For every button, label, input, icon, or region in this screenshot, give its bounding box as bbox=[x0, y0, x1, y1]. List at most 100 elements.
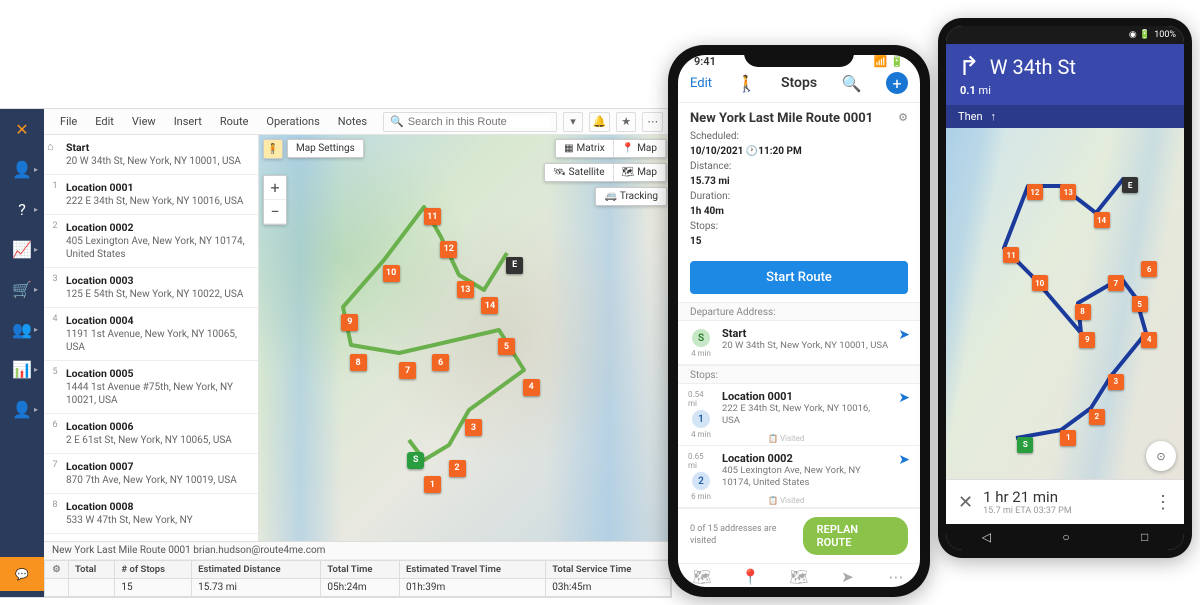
gear-icon[interactable]: ⚙ bbox=[45, 561, 69, 579]
map-marker[interactable]: 9 bbox=[341, 314, 358, 331]
zoom-out-button[interactable]: − bbox=[264, 200, 286, 224]
navigate-icon[interactable]: ➤ bbox=[898, 452, 910, 501]
map-marker[interactable]: 11 bbox=[424, 208, 441, 225]
map-marker[interactable]: 13 bbox=[457, 281, 474, 298]
stop-item[interactable]: 7 Location 0007870 7th Ave, New York, NY… bbox=[44, 454, 258, 494]
menu-view[interactable]: View bbox=[124, 112, 164, 131]
map-marker[interactable]: 6 bbox=[432, 354, 449, 371]
map-settings-button[interactable]: Map Settings bbox=[287, 139, 364, 158]
nav-marker[interactable]: S bbox=[1017, 437, 1033, 453]
menu-notes[interactable]: Notes bbox=[330, 112, 375, 131]
map-marker[interactable]: 12 bbox=[440, 241, 457, 258]
map-marker[interactable]: E bbox=[506, 257, 523, 274]
home-button[interactable]: ○ bbox=[1062, 530, 1069, 544]
stop-item[interactable]: 3 Location 0003125 E 54th St, New York, … bbox=[44, 268, 258, 308]
back-button[interactable]: ◁ bbox=[982, 530, 991, 544]
cart-icon[interactable]: 🛒▸ bbox=[8, 275, 36, 303]
nav-marker[interactable]: 2 bbox=[1089, 409, 1105, 425]
search-input[interactable] bbox=[408, 116, 550, 128]
nav-marker[interactable]: 1 bbox=[1060, 430, 1076, 446]
start-route-button[interactable]: Start Route bbox=[690, 261, 908, 294]
map-marker[interactable]: 1 bbox=[424, 476, 441, 493]
close-icon[interactable]: ✕ bbox=[958, 492, 973, 513]
menu-file[interactable]: File bbox=[52, 112, 85, 131]
navigation-map[interactable]: S1234567891011121314E ⊙ bbox=[946, 128, 1184, 479]
map-marker[interactable]: 2 bbox=[449, 460, 466, 477]
tab-routes[interactable]: 🗺Routes bbox=[678, 568, 726, 587]
chat-icon[interactable]: 💬 bbox=[0, 557, 44, 591]
map-marker[interactable]: 3 bbox=[465, 419, 482, 436]
map[interactable]: 🧍 Map Settings +− ▦ Matrix 📍 Map 🛰 Satel… bbox=[259, 135, 671, 541]
menu-insert[interactable]: Insert bbox=[166, 112, 210, 131]
map-marker[interactable]: S bbox=[407, 452, 424, 469]
then-bar[interactable]: Then ↑ bbox=[946, 105, 1184, 128]
recent-button[interactable]: □ bbox=[1141, 530, 1148, 544]
matrix-button[interactable]: ▦ Matrix bbox=[556, 140, 614, 157]
add-user-icon[interactable]: 👤▸ bbox=[8, 155, 36, 183]
replan-button[interactable]: REPLAN ROUTE bbox=[803, 517, 908, 555]
reports-icon[interactable]: 📊▸ bbox=[8, 355, 36, 383]
nav-marker[interactable]: 9 bbox=[1079, 332, 1095, 348]
stop-item[interactable]: ⌂ Start20 W 34th St, New York, NY 10001,… bbox=[44, 135, 258, 175]
satellite-button[interactable]: 🛰 Satellite bbox=[545, 164, 614, 181]
nav-marker[interactable]: 12 bbox=[1027, 184, 1043, 200]
nav-marker[interactable]: E bbox=[1122, 177, 1138, 193]
stops-list[interactable]: ⌂ Start20 W 34th St, New York, NY 10001,… bbox=[44, 135, 259, 541]
menu-route[interactable]: Route bbox=[212, 112, 257, 131]
stop-item[interactable]: 0.54 mi14 min Location 0001222 E 34th St… bbox=[678, 384, 920, 446]
menu-operations[interactable]: Operations bbox=[258, 112, 327, 131]
search-box[interactable]: 🔍 bbox=[383, 112, 557, 132]
tab-navigation[interactable]: ➤Navigation bbox=[823, 568, 871, 587]
map-marker[interactable]: 4 bbox=[523, 379, 540, 396]
stop-item[interactable]: 8 Location 0008533 W 47th St, New York, … bbox=[44, 494, 258, 534]
map-marker[interactable]: 10 bbox=[383, 265, 400, 282]
tab-stops[interactable]: 📍Stops bbox=[726, 568, 774, 587]
nav-marker[interactable]: 5 bbox=[1132, 296, 1148, 312]
stop-item[interactable]: S4 min Start20 W 34th St, New York, NY 1… bbox=[678, 321, 920, 365]
nav-marker[interactable]: 4 bbox=[1141, 332, 1157, 348]
tracking-button[interactable]: 🚐 Tracking bbox=[595, 187, 667, 206]
zoom-in-button[interactable]: + bbox=[264, 176, 286, 200]
zoom-control[interactable]: +− bbox=[263, 175, 287, 225]
analytics-icon[interactable]: 📈▸ bbox=[8, 235, 36, 263]
navigate-icon[interactable]: ➤ bbox=[898, 390, 910, 439]
tab-more[interactable]: ⋯More bbox=[872, 568, 920, 587]
nav-marker[interactable]: 7 bbox=[1108, 275, 1124, 291]
nav-marker[interactable]: 3 bbox=[1108, 374, 1124, 390]
stop-item[interactable]: 6 Location 00062 E 61st St, New York, NY… bbox=[44, 414, 258, 454]
dropdown-button[interactable]: ▾ bbox=[563, 112, 584, 132]
stop-item[interactable]: 5 Location 00051444 1st Avenue #75th, Ne… bbox=[44, 361, 258, 414]
tab-map[interactable]: 🗺Map bbox=[775, 568, 823, 587]
menu-edit[interactable]: Edit bbox=[87, 112, 122, 131]
stop-item[interactable]: 1 Location 0001222 E 34th St, New York, … bbox=[44, 175, 258, 215]
team-icon[interactable]: 👥▸ bbox=[8, 315, 36, 343]
help-icon[interactable]: ?▸ bbox=[8, 195, 36, 223]
pegman-icon[interactable]: 🧍 bbox=[263, 139, 283, 159]
map-layer-button[interactable]: 🗺 Map bbox=[614, 164, 667, 181]
edit-button[interactable]: Edit bbox=[690, 76, 712, 91]
bell-icon[interactable]: 🔔 bbox=[589, 112, 610, 132]
add-button[interactable]: + bbox=[886, 72, 908, 94]
stop-item[interactable]: 4 Location 00041191 1st Avenue, New York… bbox=[44, 308, 258, 361]
search-icon[interactable]: 🔍 bbox=[842, 74, 862, 93]
map-layer-toggle[interactable]: 🛰 Satellite 🗺 Map bbox=[544, 163, 667, 182]
nav-marker[interactable]: 11 bbox=[1003, 247, 1019, 263]
map-marker[interactable]: 8 bbox=[350, 354, 367, 371]
nav-marker[interactable]: 13 bbox=[1060, 184, 1076, 200]
more-button[interactable]: ⋯ bbox=[642, 112, 663, 132]
recenter-button[interactable]: ⊙ bbox=[1146, 441, 1176, 471]
navigate-icon[interactable]: ➤ bbox=[898, 327, 910, 358]
map-marker[interactable]: 7 bbox=[399, 362, 416, 379]
stop-item[interactable]: 0.65 mi26 min Location 0002405 Lexington… bbox=[678, 446, 920, 508]
stop-item[interactable]: 2 Location 0002405 Lexington Ave, New Yo… bbox=[44, 215, 258, 268]
gear-icon[interactable]: ⚙ bbox=[898, 111, 908, 124]
routes-icon[interactable]: ✕ bbox=[8, 115, 36, 143]
user-settings-icon[interactable]: 👤▸ bbox=[8, 395, 36, 423]
nav-marker[interactable]: 10 bbox=[1032, 275, 1048, 291]
nav-marker[interactable]: 8 bbox=[1075, 304, 1091, 320]
star-icon[interactable]: ★ bbox=[616, 112, 637, 132]
nav-marker[interactable]: 14 bbox=[1094, 212, 1110, 228]
map-button[interactable]: 📍 Map bbox=[614, 140, 666, 157]
nav-marker[interactable]: 6 bbox=[1141, 261, 1157, 277]
more-icon[interactable]: ⋮ bbox=[1154, 492, 1172, 513]
